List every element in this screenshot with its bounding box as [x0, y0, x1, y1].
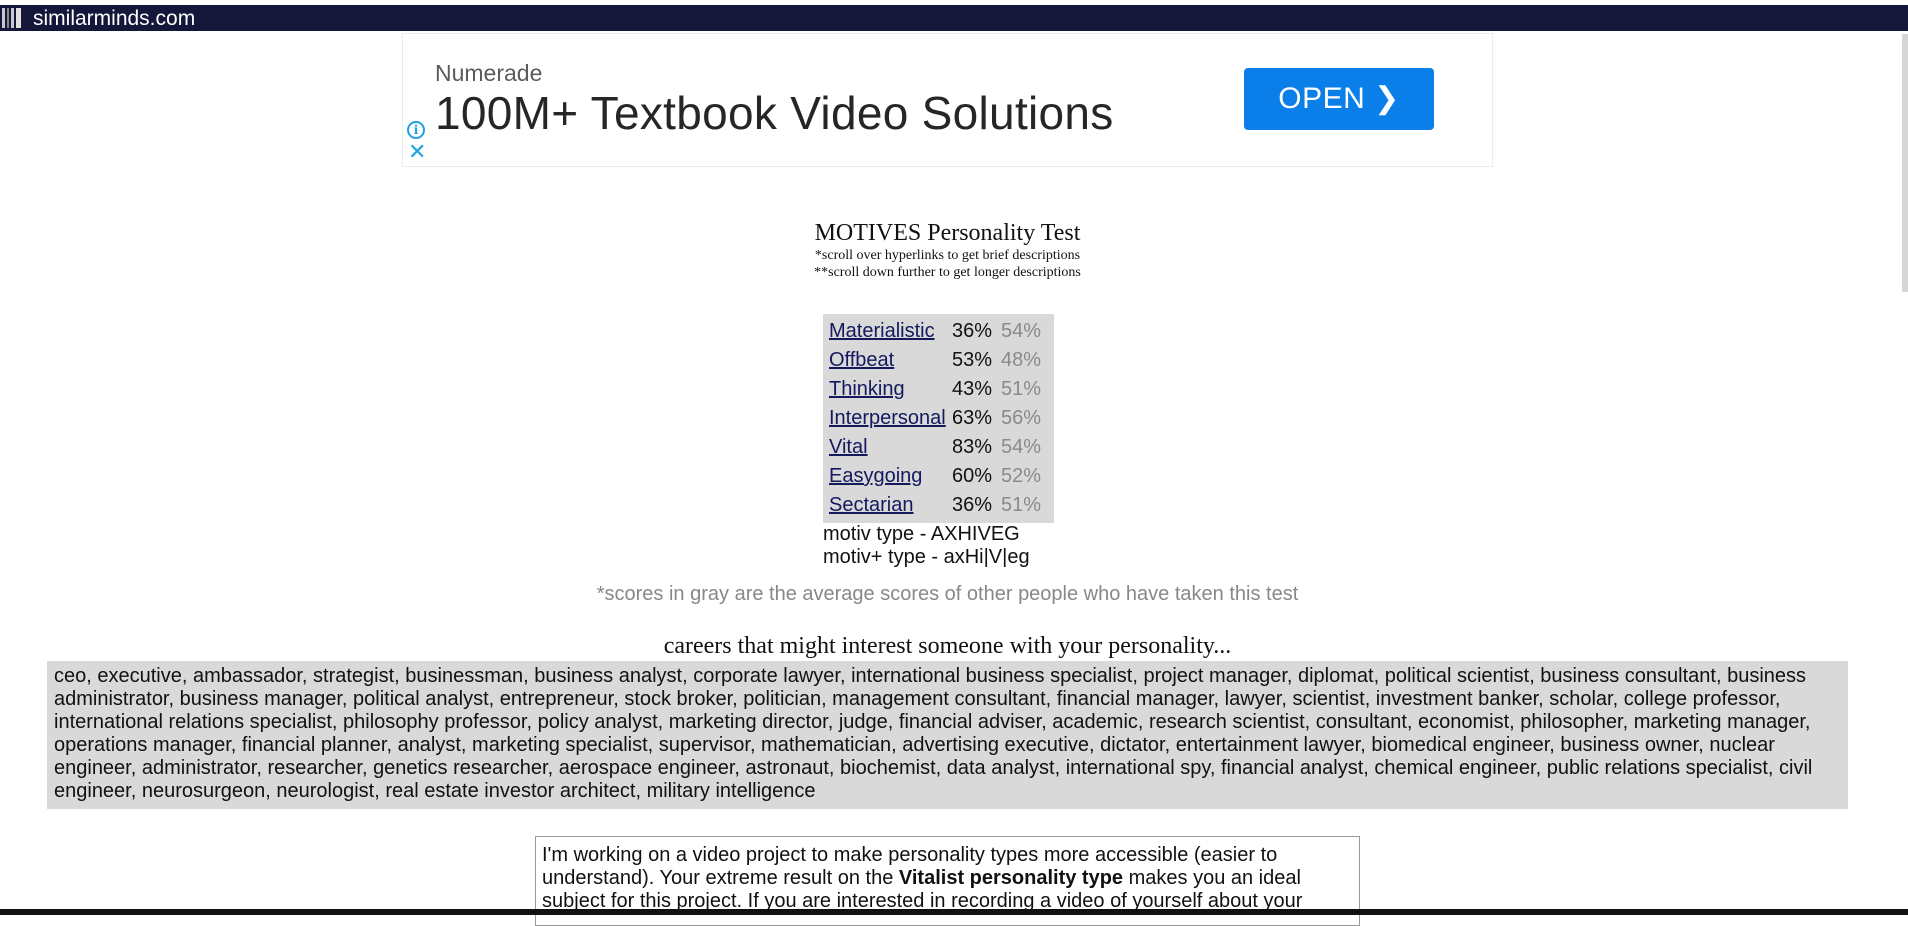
trait-link[interactable]: Thinking [829, 375, 905, 404]
bottom-edge [0, 909, 1908, 915]
average-score: 56% [1001, 407, 1042, 429]
ad-headline[interactable]: 100M+ Textbook Video Solutions [435, 86, 1114, 140]
careers-heading: careers that might interest someone with… [663, 633, 1232, 659]
trait-link[interactable]: Vital [829, 433, 868, 462]
trait-link[interactable]: Interpersonal [829, 404, 946, 433]
average-score: 54% [1001, 436, 1042, 458]
ad-brand: Numerade [435, 60, 543, 86]
trait-link[interactable]: Easygoing [829, 462, 922, 491]
your-score: 83% [952, 436, 993, 458]
your-score: 43% [952, 378, 993, 400]
average-score: 48% [1001, 349, 1042, 371]
your-score: 36% [952, 320, 993, 342]
trait-link[interactable]: Offbeat [829, 346, 894, 375]
close-icon[interactable]: ✕ [408, 140, 426, 164]
chevron-right-icon: ❯ [1374, 82, 1400, 115]
trait-link[interactable]: Sectarian [829, 491, 914, 520]
scores-table: Materialistic 36% 54% Offbeat 53% 48% Th… [823, 314, 1054, 523]
video-text-bold: Vitalist personality type [898, 867, 1124, 889]
motiv-plus-type: motiv+ type - axHi|V|eg [823, 546, 1030, 568]
average-score: 51% [1001, 494, 1042, 516]
your-score: 53% [952, 349, 993, 371]
ad-open-button[interactable]: OPEN ❯ [1244, 68, 1434, 130]
ad-banner[interactable]: Numerade 100M+ Textbook Video Solutions … [402, 33, 1493, 167]
hint-text-2: **scroll down further to get longer desc… [814, 265, 1081, 280]
motiv-type: motiv type - AXHIVEG [823, 523, 1020, 545]
site-header-bar: similarminds.com [0, 5, 1908, 31]
site-name[interactable]: similarminds.com [33, 8, 195, 30]
hint-text-1: *scroll over hyperlinks to get brief des… [814, 248, 1081, 263]
careers-list: ceo, executive, ambassador, strategist, … [47, 661, 1848, 809]
gray-scores-note: *scores in gray are the average scores o… [596, 583, 1299, 605]
your-score: 63% [952, 407, 993, 429]
average-score: 51% [1001, 378, 1042, 400]
your-score: 60% [952, 465, 993, 487]
page-title: MOTIVES Personality Test [814, 220, 1081, 246]
ad-open-label: OPEN [1278, 82, 1366, 115]
average-score: 52% [1001, 465, 1042, 487]
trait-link[interactable]: Materialistic [829, 317, 935, 346]
scrollbar-thumb[interactable] [1902, 34, 1908, 292]
info-icon[interactable]: i [407, 121, 425, 139]
your-score: 36% [952, 494, 993, 516]
average-score: 54% [1001, 320, 1042, 342]
barcode-icon [2, 8, 30, 28]
